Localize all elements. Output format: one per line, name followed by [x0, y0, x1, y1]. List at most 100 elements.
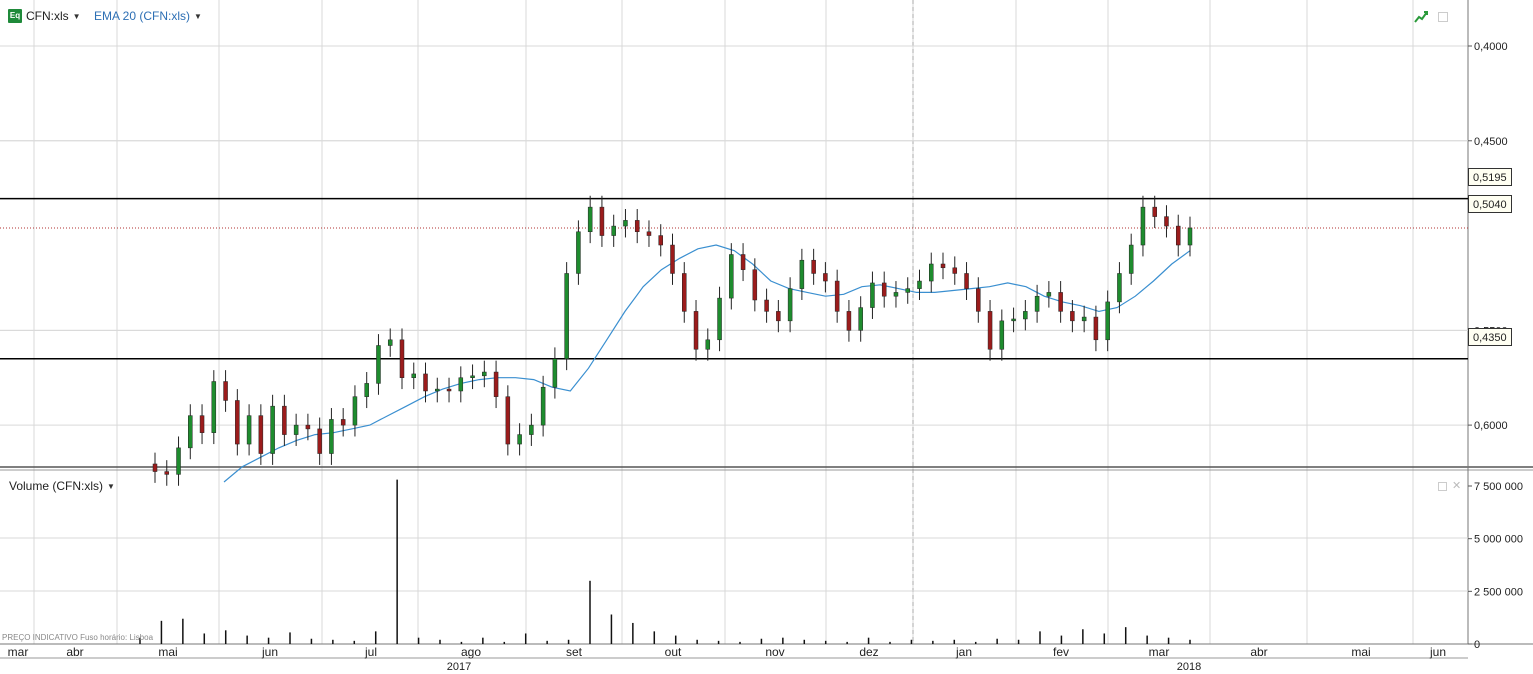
candlesticks — [152, 195, 1193, 486]
candle-body — [458, 377, 464, 392]
candle-body — [929, 263, 934, 282]
month-label: out — [665, 645, 682, 659]
y-tick-label: 0,4000 — [1474, 41, 1508, 53]
candle-body — [552, 358, 558, 388]
candle-body — [411, 373, 416, 378]
candle-body — [270, 405, 275, 454]
candle-body — [1175, 225, 1181, 246]
candle-body — [787, 288, 793, 322]
candle-body — [1058, 292, 1063, 312]
candle-body — [399, 339, 405, 378]
volume-label: Volume (CFN:xls) — [9, 479, 104, 493]
candle-body — [364, 383, 369, 397]
candle-body — [1152, 206, 1157, 217]
volume-tick-label: 5 000 000 — [1474, 534, 1523, 546]
trend-icon[interactable] — [1414, 10, 1428, 24]
candle-body — [246, 415, 252, 445]
chevron-down-icon: ▼ — [194, 11, 202, 21]
ema-line — [223, 244, 1191, 483]
candle-body — [776, 311, 781, 322]
indicator-selector[interactable]: EMA 20 (CFN:xls) ▼ — [94, 9, 202, 23]
candle-body — [1128, 244, 1134, 274]
candle-body — [964, 273, 969, 289]
candle-body — [482, 371, 487, 377]
candle-body — [1105, 301, 1110, 341]
candle-body — [634, 220, 640, 233]
candle-body — [340, 419, 346, 426]
month-label: nov — [765, 645, 784, 659]
candle-body — [870, 282, 875, 308]
symbol-label: CFN:xls — [26, 9, 69, 23]
candle-body — [987, 311, 993, 350]
time-axis: mar abr mai jun jul ago set out nov dez jan fev mar a… — [8, 645, 1446, 673]
candle-body — [599, 206, 605, 236]
candle-body — [282, 405, 287, 435]
candle-body — [834, 280, 840, 312]
candle-body — [376, 345, 381, 384]
candle-body — [1093, 316, 1099, 341]
symbol-selector[interactable]: Eq CFN:xls ▼ — [8, 9, 81, 23]
month-label: jan — [955, 645, 972, 659]
candle-body — [176, 447, 181, 475]
volume-tick-label: 0 — [1474, 639, 1480, 651]
candle-body — [846, 311, 852, 331]
candle-body — [1187, 227, 1193, 246]
candle-body — [670, 244, 675, 274]
candle-body — [493, 371, 499, 397]
candle-body — [470, 375, 475, 378]
month-label: mai — [158, 645, 177, 659]
candle-body — [811, 259, 816, 274]
candle-body — [1070, 311, 1075, 322]
candle-body — [752, 269, 758, 301]
maximize-icon[interactable] — [1438, 12, 1448, 22]
candle-body — [352, 396, 358, 426]
price-axis: 0,40000,45000,55000,6000 — [1468, 41, 1508, 432]
candle-body — [940, 263, 946, 269]
candle-body — [823, 273, 828, 282]
month-label: abr — [1250, 645, 1267, 659]
price-box-current: 0,5040 — [1468, 195, 1512, 213]
grid — [0, 0, 1533, 659]
candle-body — [235, 400, 240, 445]
watermark: PREÇO INDICATIVO Fuso horário: Lisboa — [2, 633, 154, 642]
month-label: jun — [1429, 645, 1446, 659]
candle-body — [976, 288, 981, 312]
volume-bars — [139, 479, 1191, 644]
candle-body — [223, 381, 228, 401]
candle-body — [517, 434, 522, 445]
chevron-down-icon: ▼ — [107, 481, 115, 491]
candle-body — [682, 273, 687, 312]
candle-body — [1023, 311, 1028, 320]
month-label: mar — [1149, 645, 1170, 659]
candle-body — [211, 381, 217, 433]
candle-body — [199, 415, 205, 433]
y-tick-label: 0,6000 — [1474, 420, 1508, 432]
maximize-icon[interactable] — [1438, 482, 1447, 491]
candle-body — [505, 396, 511, 445]
candle-body — [1011, 318, 1016, 322]
candle-body — [881, 282, 887, 297]
volume-tick-label: 2 500 000 — [1474, 586, 1523, 598]
month-label: fev — [1053, 645, 1069, 659]
candle-body — [999, 320, 1005, 350]
candle-body — [1164, 216, 1169, 227]
month-label: mar — [8, 645, 29, 659]
candle-body — [799, 259, 805, 289]
candle-body — [564, 273, 569, 360]
stock-chart[interactable]: 0,40000,45000,55000,6000 7 500 0005 000 … — [0, 0, 1533, 674]
candle-body — [1117, 273, 1122, 303]
candle-body — [646, 231, 652, 236]
candle-body — [917, 280, 922, 289]
candle-body — [446, 388, 452, 392]
candle-body — [1046, 292, 1052, 297]
close-icon[interactable]: ✕ — [1452, 479, 1461, 492]
candle-body — [740, 254, 746, 270]
candle-body — [693, 311, 699, 350]
volume-selector[interactable]: Volume (CFN:xls) ▼ — [9, 479, 115, 493]
candle-body — [1140, 206, 1146, 246]
month-label: mai — [1351, 645, 1370, 659]
candle-body — [423, 373, 428, 392]
candle-body — [717, 297, 722, 341]
candle-body — [587, 206, 593, 233]
candle-body — [529, 424, 534, 435]
